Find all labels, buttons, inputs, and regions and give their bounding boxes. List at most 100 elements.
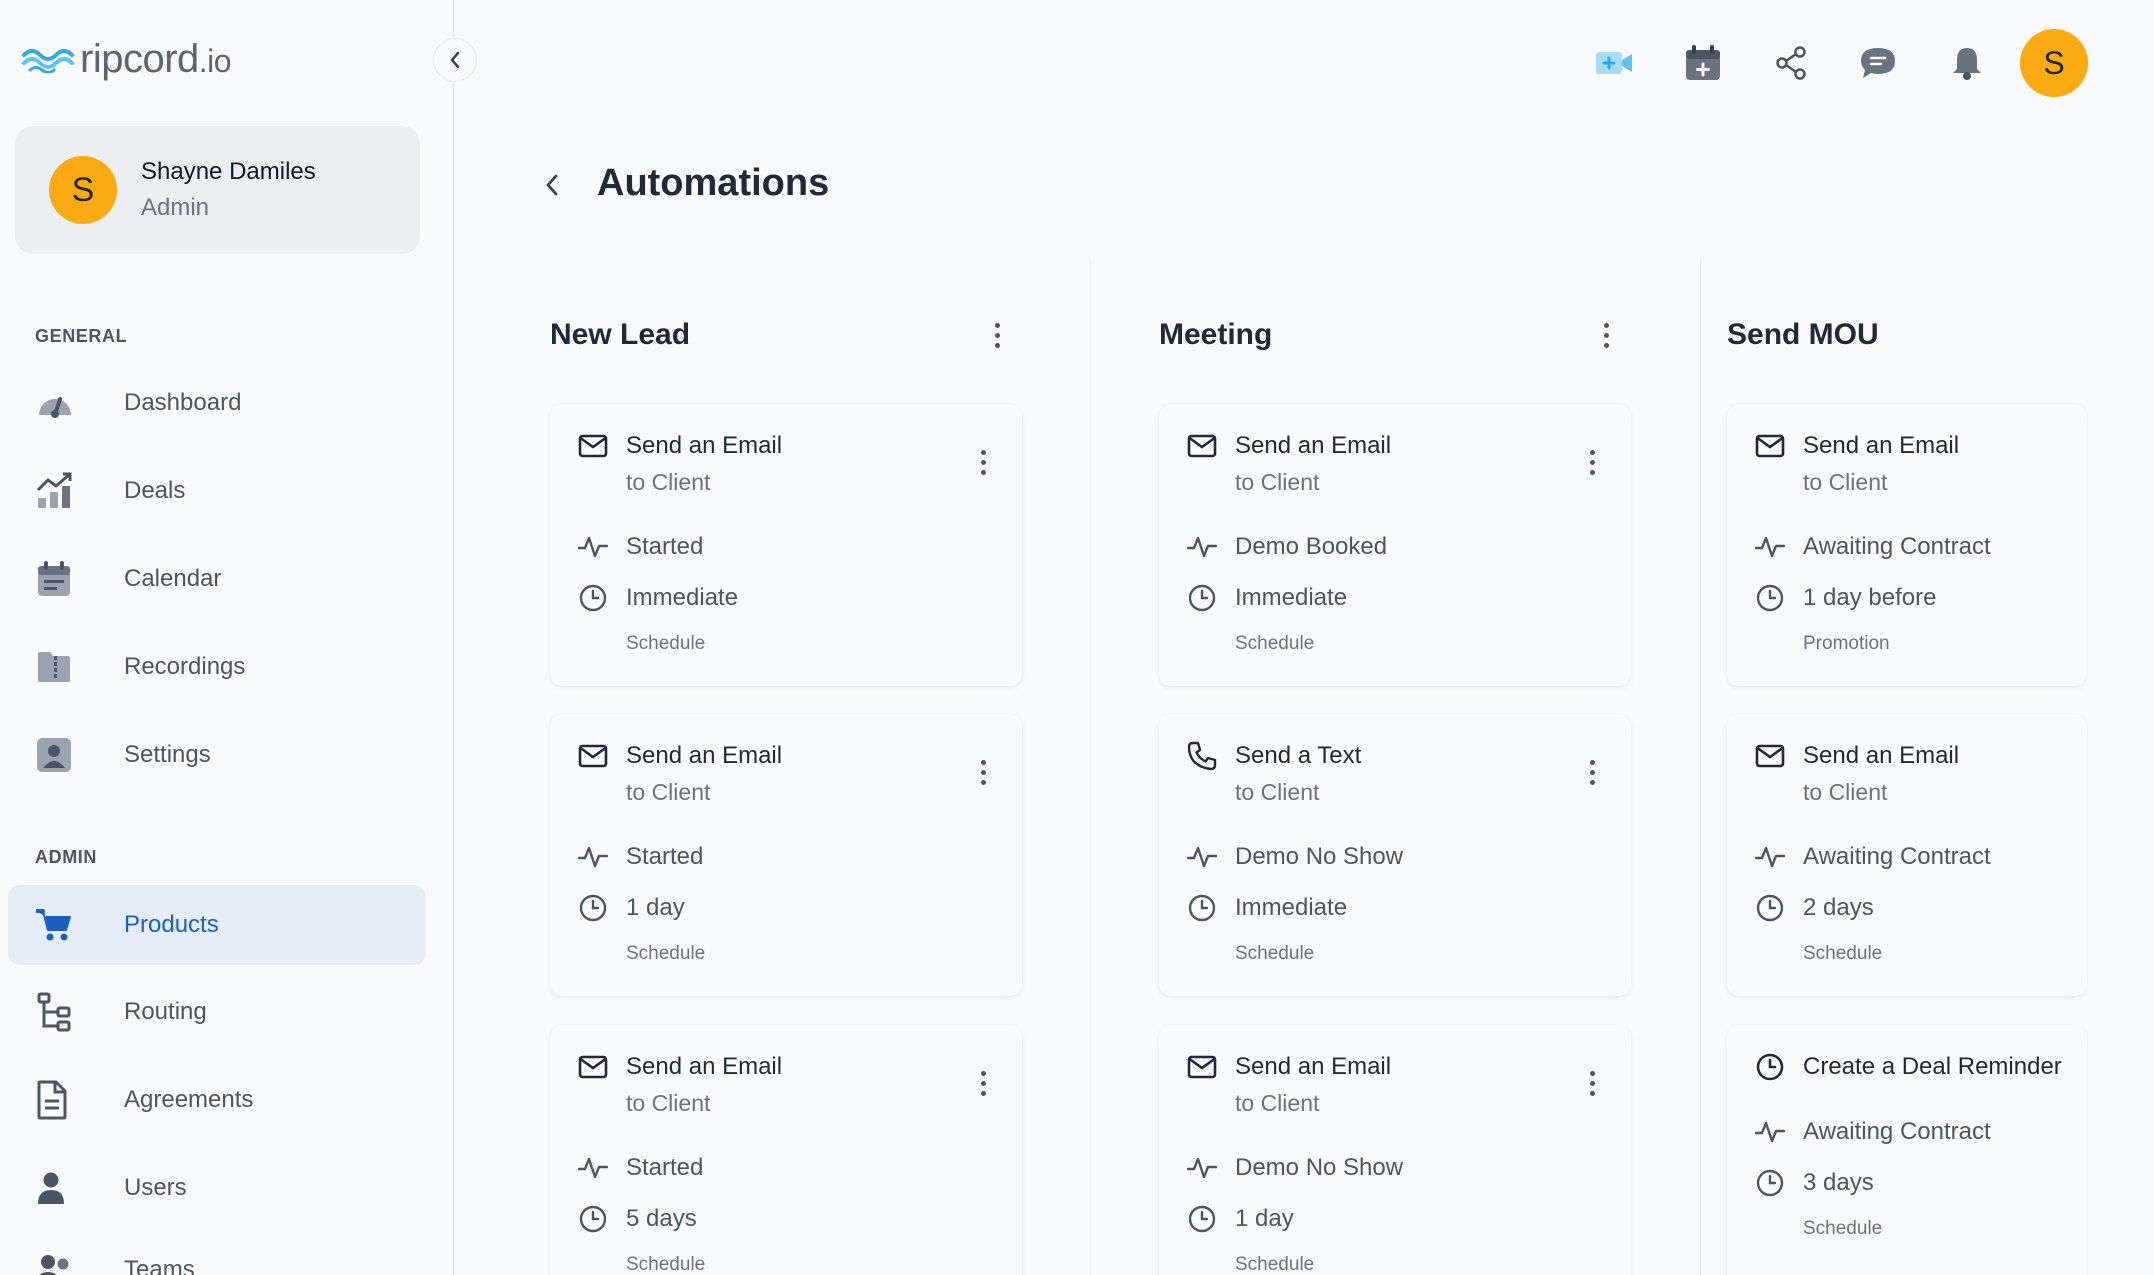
logo-text: ripcord.io [80,37,232,82]
card-menu-button[interactable] [1577,752,1607,792]
sidebar-item-deals[interactable]: Deals [8,451,426,531]
stage-label: Awaiting Contract [1803,843,1991,870]
kebab-dot [1589,459,1595,465]
automation-card[interactable]: Send an Email to Client Awaiting Contrac… [1727,404,2087,686]
pulse-icon [1187,842,1217,872]
card-action: Send an Email [1755,431,1959,461]
card-action: Send an Email [578,431,782,461]
bell-icon[interactable] [1942,38,1992,88]
card-action: Send an Email [578,1052,782,1082]
back-button[interactable] [538,165,566,205]
automation-card[interactable]: Send a Text to Client Demo No Show Immed… [1159,714,1631,996]
kebab-dot [980,1070,986,1076]
clock-icon [1187,1204,1217,1234]
mail-icon [578,1052,608,1082]
timing-label: 1 day [1235,1205,1294,1232]
pulse-icon [578,532,608,562]
sidebar-item-label: Dashboard [124,389,242,416]
kebab-dot [994,332,1000,338]
card-menu-button[interactable] [1577,442,1607,482]
kebab-dot [980,1080,986,1086]
ripcord-logo[interactable]: ripcord.io [22,34,232,84]
action-label: Send an Email [626,742,783,769]
stage-label: Demo No Show [1235,843,1404,870]
card-type: Schedule [1235,943,1315,964]
user-avatar-button[interactable]: S [2020,29,2088,97]
card-stage: Demo No Show [1187,842,1403,872]
card-stage: Started [578,1153,703,1183]
chevron-left-icon [450,51,460,69]
recordings-folder-icon [36,647,92,687]
chat-icon[interactable] [1853,38,1903,88]
card-type: Promotion [1803,633,1890,654]
clock-icon [1755,583,1785,613]
column-menu-button[interactable] [982,315,1012,355]
card-type: Schedule [1235,1254,1315,1275]
cart-icon [36,905,92,945]
sidebar-item-dashboard[interactable]: Dashboard [8,363,426,443]
timing-label: 1 day [626,894,685,921]
automation-card[interactable]: Send an Email to Client Started 1 day Sc… [550,714,1022,996]
sidebar-item-label: Agreements [124,1086,254,1113]
card-target: to Client [1235,469,1320,495]
share-icon[interactable] [1766,38,1816,88]
clock-icon [1755,1168,1785,1198]
mail-icon [1755,431,1785,461]
sidebar-item-users[interactable]: Users [8,1148,426,1228]
card-menu-button[interactable] [968,1063,998,1103]
collapse-sidebar-button[interactable] [433,38,477,82]
deals-chart-icon [36,471,92,511]
profile-text: Shayne Damiles Admin [141,158,316,222]
stage-label: Awaiting Contract [1803,1118,1991,1145]
profile-name: Shayne Damiles [141,158,316,185]
automation-card[interactable]: Create a Deal Reminder Awaiting Contract… [1727,1025,2087,1275]
timing-label: Immediate [1235,584,1348,611]
column-menu-button[interactable] [1591,315,1621,355]
logo-tld: .io [198,42,232,79]
column-title: New Lead [550,318,691,351]
pulse-icon [1755,532,1785,562]
kebab-dot [994,342,1000,348]
profile-card[interactable]: S Shayne Damiles Admin [15,126,420,254]
sidebar-item-agreements[interactable]: Agreements [8,1060,426,1140]
sidebar-item-calendar[interactable]: Calendar [8,539,426,619]
automation-card[interactable]: Send an Email to Client Started 5 days S… [550,1025,1022,1275]
card-type: Schedule [626,1254,706,1275]
kebab-dot [980,449,986,455]
sidebar-item-products[interactable]: Products [8,885,426,965]
card-stage: Started [578,842,703,872]
stage-label: Started [626,533,704,560]
automation-card[interactable]: Send an Email to Client Awaiting Contrac… [1727,714,2087,996]
routing-tree-icon [36,992,92,1032]
card-timing: 3 days [1755,1168,1874,1198]
action-label: Send an Email [1803,432,1960,459]
avatar: S [49,156,117,224]
kebab-dot [1589,759,1595,765]
sidebar-item-routing[interactable]: Routing [8,972,426,1052]
card-target: to Client [1803,779,1888,805]
automation-card[interactable]: Send an Email to Client Demo Booked Imme… [1159,404,1631,686]
card-menu-button[interactable] [968,752,998,792]
viewport-edge [2088,260,2154,1275]
card-target: to Client [1235,1090,1320,1116]
dashboard-gauge-icon [36,383,92,423]
automation-card[interactable]: Send an Email to Client Started Immediat… [550,404,1022,686]
automation-card[interactable]: Send an Email to Client Demo No Show 1 d… [1159,1025,1631,1275]
settings-user-icon [36,735,92,775]
card-menu-button[interactable] [1577,1063,1607,1103]
stage-label: Demo Booked [1235,533,1388,560]
video-call-icon[interactable] [1589,38,1639,88]
kebab-dot [980,459,986,465]
sidebar-item-label: Recordings [124,653,246,680]
sidebar-item-recordings[interactable]: Recordings [8,627,426,707]
calendar-add-icon[interactable] [1678,38,1728,88]
mail-icon [1187,1052,1217,1082]
kebab-dot [1603,332,1609,338]
timing-label: Immediate [626,584,739,611]
card-timing: Immediate [578,583,738,613]
sidebar-item-settings[interactable]: Settings [8,715,426,795]
section-label-admin: ADMIN [35,847,97,867]
card-menu-button[interactable] [968,442,998,482]
timing-label: 3 days [1803,1169,1874,1196]
sidebar-item-teams[interactable]: Teams [8,1230,426,1275]
